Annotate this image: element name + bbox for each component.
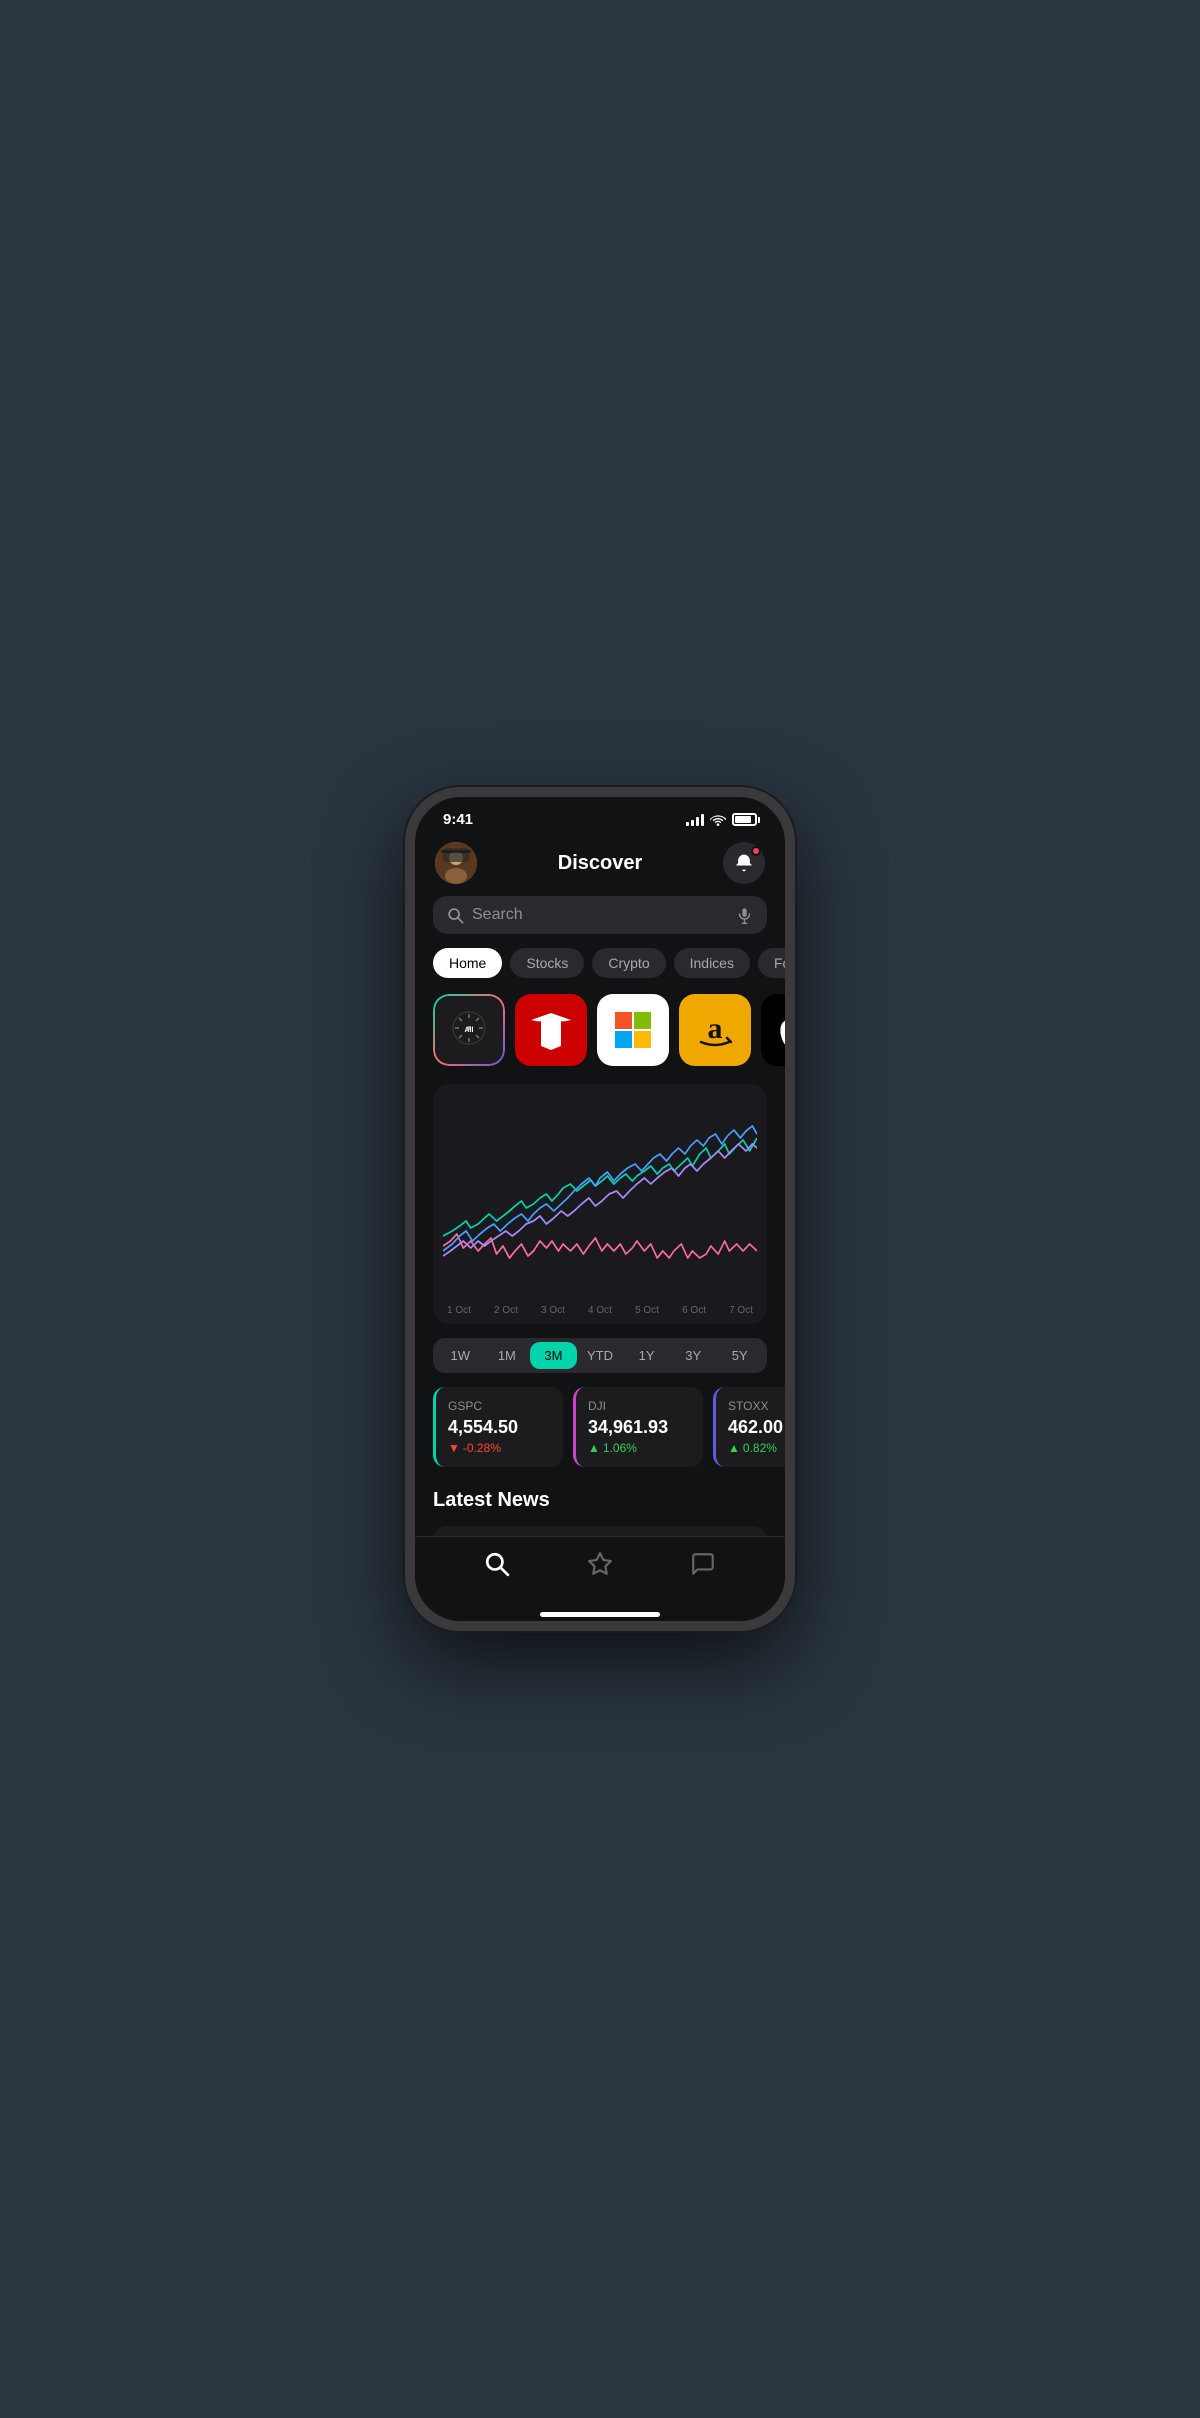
period-ytd[interactable]: YTD — [577, 1342, 624, 1369]
main-scroll[interactable]: Discover Search — [415, 834, 785, 1536]
period-1y[interactable]: 1Y — [623, 1342, 670, 1369]
app-icons-row: All — [415, 994, 785, 1084]
tab-stocks[interactable]: Stocks — [510, 948, 584, 978]
chat-nav-icon — [690, 1551, 716, 1577]
index-card-gspc[interactable]: GSPC 4,554.50 ▼ -0.28% — [433, 1387, 563, 1467]
tab-crypto[interactable]: Crypto — [592, 948, 665, 978]
axis-label-1oct: 1 Oct — [447, 1305, 471, 1316]
tab-indices[interactable]: Indices — [674, 948, 750, 978]
home-bar — [540, 1612, 660, 1617]
axis-label-6oct: 6 Oct — [682, 1305, 706, 1316]
header: Discover — [415, 834, 785, 896]
index-value-gspc: 4,554.50 — [448, 1417, 551, 1438]
app-icon-all[interactable]: All — [433, 994, 505, 1066]
svg-text:a: a — [708, 1012, 723, 1045]
nav-messages[interactable] — [674, 1547, 732, 1581]
search-placeholder: Search — [472, 906, 728, 924]
axis-label-5oct: 5 Oct — [635, 1305, 659, 1316]
app-icon-tesla[interactable] — [515, 994, 587, 1066]
index-value-dji: 34,961.93 — [588, 1417, 691, 1438]
signal-bars-icon — [686, 814, 704, 826]
period-selector: 1W 1M 3M YTD 1Y 3Y 5Y — [433, 1338, 767, 1373]
change-arrow-stoxx: ▲ — [728, 1441, 740, 1455]
screen: 9:41 — [415, 797, 785, 1621]
search-nav-icon — [484, 1551, 510, 1577]
tab-forex[interactable]: Forex — [758, 948, 785, 978]
notification-button[interactable] — [723, 842, 765, 884]
index-card-stoxx[interactable]: STOXX 462.00 ▲ 0.82% — [713, 1387, 785, 1467]
axis-label-2oct: 2 Oct — [494, 1305, 518, 1316]
microphone-icon[interactable] — [736, 907, 753, 924]
axis-label-4oct: 4 Oct — [588, 1305, 612, 1316]
index-name-dji: DJI — [588, 1399, 691, 1413]
index-change-gspc: ▼ -0.28% — [448, 1441, 551, 1455]
period-1m[interactable]: 1M — [484, 1342, 531, 1369]
axis-label-7oct: 7 Oct — [729, 1305, 753, 1316]
chart-section: 1 Oct 2 Oct 3 Oct 4 Oct 5 Oct 6 Oct 7 Oc… — [433, 1084, 767, 1324]
period-3m[interactable]: 3M — [530, 1342, 577, 1369]
notification-badge — [751, 846, 761, 856]
period-5y[interactable]: 5Y — [716, 1342, 763, 1369]
bottom-nav — [415, 1536, 785, 1601]
tab-home[interactable]: Home — [433, 948, 502, 978]
index-change-stoxx: ▲ 0.82% — [728, 1441, 785, 1455]
latest-news-title: Latest News — [415, 1485, 785, 1526]
search-bar[interactable]: Search — [433, 896, 767, 934]
home-indicator — [415, 1601, 785, 1621]
bell-icon — [734, 853, 754, 873]
status-bar: 9:41 — [415, 797, 785, 834]
status-icons — [686, 813, 757, 826]
change-arrow-dji: ▲ — [588, 1441, 600, 1455]
search-icon — [447, 907, 464, 924]
indices-row: GSPC 4,554.50 ▼ -0.28% DJI 34,961.93 ▲ 1… — [415, 1387, 785, 1485]
index-change-dji: ▲ 1.06% — [588, 1441, 691, 1455]
period-3y[interactable]: 3Y — [670, 1342, 717, 1369]
news-card-0[interactable]: BBCNEWS BBC News 1h ago Tesla bucks mark… — [433, 1526, 767, 1536]
nav-watchlist[interactable] — [571, 1547, 629, 1581]
change-arrow-gspc: ▼ — [448, 1441, 460, 1455]
avatar[interactable] — [435, 842, 477, 884]
index-name-stoxx: STOXX — [728, 1399, 785, 1413]
app-icon-microsoft[interactable] — [597, 994, 669, 1066]
app-icon-amazon[interactable]: a — [679, 994, 751, 1066]
axis-label-3oct: 3 Oct — [541, 1305, 565, 1316]
chart-svg — [443, 1096, 757, 1301]
phone-frame: 9:41 — [405, 787, 795, 1631]
period-1w[interactable]: 1W — [437, 1342, 484, 1369]
battery-icon — [732, 813, 757, 826]
page-title: Discover — [558, 852, 643, 875]
index-card-dji[interactable]: DJI 34,961.93 ▲ 1.06% — [573, 1387, 703, 1467]
status-time: 9:41 — [443, 811, 473, 828]
chart-x-axis: 1 Oct 2 Oct 3 Oct 4 Oct 5 Oct 6 Oct 7 Oc… — [443, 1301, 757, 1316]
index-name-gspc: GSPC — [448, 1399, 551, 1413]
nav-search[interactable] — [468, 1547, 526, 1581]
category-tabs: Home Stocks Crypto Indices Forex — [415, 948, 785, 994]
wifi-icon — [710, 814, 726, 826]
star-nav-icon — [587, 1551, 613, 1577]
index-value-stoxx: 462.00 — [728, 1417, 785, 1438]
app-icon-apple[interactable] — [761, 994, 785, 1066]
